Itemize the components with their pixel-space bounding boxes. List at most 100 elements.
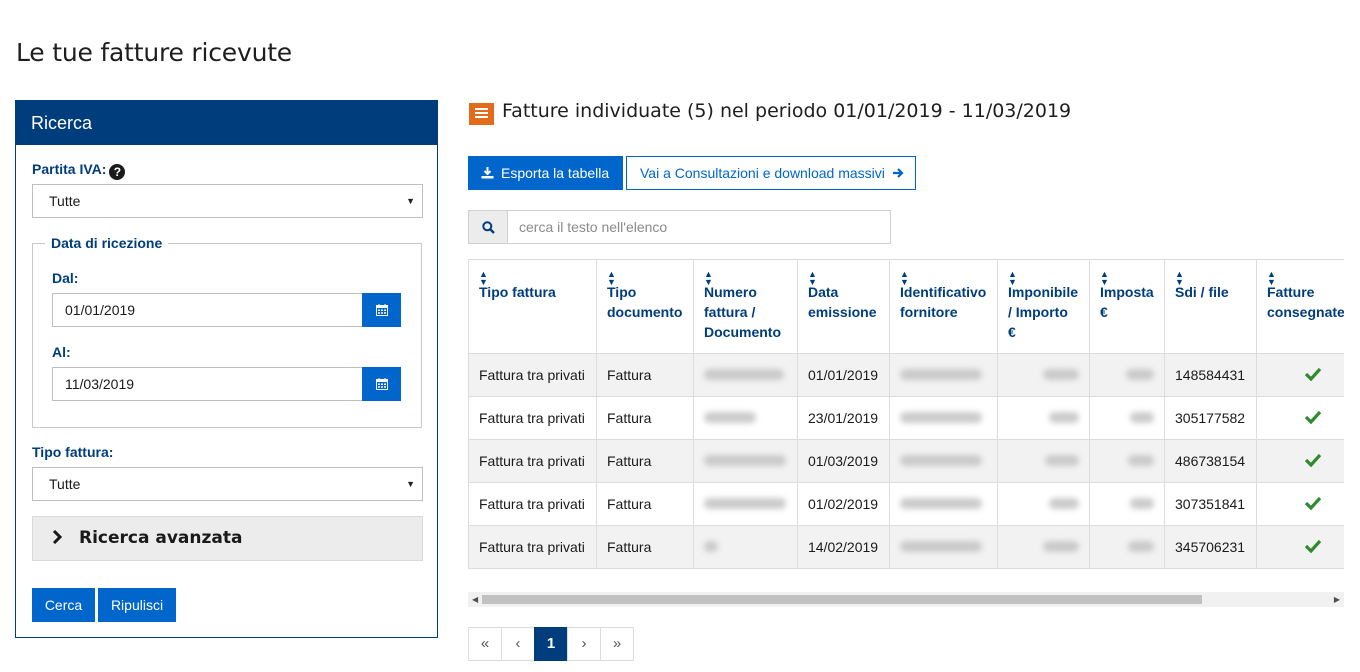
cell-tipo-fattura: Fattura tra privati [468, 353, 597, 397]
data-ricezione-legend: Data di ricezione [45, 235, 169, 251]
tipo-fattura-select[interactable]: Tutte ▼ [32, 467, 423, 501]
table-header-row: ▲ ▼ Tipo fattura ▲ ▼ Tipo documento ▲ ▼ Numero f… [468, 259, 1344, 354]
cell-consegnata [1256, 482, 1344, 526]
bulk-download-label: Vai a Consultazioni e download massivi [640, 165, 885, 181]
cell-tipo-documento: Fattura [596, 482, 694, 526]
sort-icon: ▲ ▼ [1100, 269, 1109, 287]
column-header[interactable]: ▲ ▼ Sdi / file [1164, 259, 1257, 354]
column-header[interactable]: ▲ ▼ Identificativo fornitore [889, 259, 998, 354]
cell-consegnata [1256, 439, 1344, 483]
next-page-button[interactable]: › [567, 627, 601, 661]
cell-identificativo-fornitore [889, 439, 998, 483]
cell-imponibile [997, 525, 1090, 569]
cell-data-emissione: 01/01/2019 [797, 353, 890, 397]
sort-icon: ▲ ▼ [1267, 269, 1276, 287]
list-icon [469, 103, 494, 125]
table-search-input[interactable] [519, 217, 879, 237]
sort-icon: ▲ ▼ [900, 269, 909, 287]
search-panel-title: Ricerca [16, 101, 437, 145]
check-icon [1304, 453, 1321, 467]
cell-imposta [1089, 353, 1165, 397]
cell-numero-fattura [693, 525, 798, 569]
bulk-download-link[interactable]: Vai a Consultazioni e download massivi [626, 156, 916, 190]
scrollbar-thumb[interactable] [482, 595, 1202, 604]
cell-consegnata [1256, 353, 1344, 397]
search-button[interactable]: Cerca [32, 588, 95, 622]
cell-numero-fattura [693, 439, 798, 483]
arrow-right-icon [892, 157, 904, 189]
invoices-table-container: ▲ ▼ Tipo fattura ▲ ▼ Tipo documento ▲ ▼ Numero f… [468, 259, 1344, 572]
select-caret-icon: ▼ [406, 196, 415, 206]
column-header[interactable]: ▲ ▼ Tipo fattura [468, 259, 597, 354]
al-label: Al: [52, 344, 71, 360]
advanced-search-toggle[interactable]: Ricerca avanzata [32, 516, 423, 561]
current-page-button[interactable]: 1 [534, 627, 568, 661]
cell-sdi-file: 345706231 [1164, 525, 1257, 569]
partita-iva-select[interactable]: Tutte ▼ [32, 184, 423, 218]
dal-calendar-button[interactable] [362, 293, 401, 327]
calendar-icon [375, 378, 388, 390]
dal-date-input[interactable]: 01/01/2019 [52, 293, 363, 327]
cell-tipo-fattura: Fattura tra privati [468, 482, 597, 526]
cell-numero-fattura [693, 482, 798, 526]
al-date-input[interactable]: 11/03/2019 [52, 367, 363, 401]
table-row[interactable]: Fattura tra privati Fattura 01/02/2019 3… [468, 482, 1344, 526]
cell-imponibile [997, 439, 1090, 483]
column-header[interactable]: ▲ ▼ Imponibile / Importo € [997, 259, 1090, 354]
sort-icon: ▲ ▼ [1008, 269, 1017, 287]
column-header[interactable]: ▲ ▼ Imposta € [1089, 259, 1165, 354]
cell-sdi-file: 305177582 [1164, 396, 1257, 440]
table-row[interactable]: Fattura tra privati Fattura 01/01/2019 1… [468, 353, 1344, 397]
cell-imponibile [997, 353, 1090, 397]
cell-data-emissione: 14/02/2019 [797, 525, 890, 569]
al-calendar-button[interactable] [362, 367, 401, 401]
scroll-left-arrow-icon[interactable]: ◀ [472, 592, 478, 607]
cell-identificativo-fornitore [889, 482, 998, 526]
cell-tipo-fattura: Fattura tra privati [468, 525, 597, 569]
sort-icon: ▲ ▼ [607, 269, 616, 287]
export-table-button[interactable]: Esporta la tabella [468, 156, 623, 190]
cell-sdi-file: 307351841 [1164, 482, 1257, 526]
check-icon [1304, 496, 1321, 510]
table-row[interactable]: Fattura tra privati Fattura 14/02/2019 3… [468, 525, 1344, 569]
cell-tipo-fattura: Fattura tra privati [468, 396, 597, 440]
cell-tipo-documento: Fattura [596, 396, 694, 440]
prev-page-button[interactable]: ‹ [501, 627, 535, 661]
search-icon[interactable] [469, 211, 508, 243]
help-icon[interactable]: ? [109, 164, 126, 180]
sort-icon: ▲ ▼ [808, 269, 817, 287]
cell-imponibile [997, 396, 1090, 440]
partita-iva-value: Tutte [49, 193, 81, 209]
sort-icon: ▲ ▼ [704, 269, 713, 287]
clear-button[interactable]: Ripulisci [98, 588, 176, 622]
horizontal-scrollbar[interactable]: ◀ ▶ [468, 592, 1344, 607]
last-page-button[interactable]: » [600, 627, 634, 661]
table-row[interactable]: Fattura tra privati Fattura 23/01/2019 3… [468, 396, 1344, 440]
results-title: Fatture individuate (5) nel periodo 01/0… [502, 100, 1072, 122]
cell-numero-fattura [693, 396, 798, 440]
dal-label: Dal: [52, 270, 79, 286]
partita-iva-label-wrap: Partita IVA:? [32, 161, 126, 180]
cell-tipo-documento: Fattura [596, 353, 694, 397]
cell-data-emissione: 01/03/2019 [797, 439, 890, 483]
cell-imponibile [997, 482, 1090, 526]
column-header[interactable]: ▲ ▼ Tipo documento [596, 259, 694, 354]
tipo-fattura-value: Tutte [49, 476, 81, 492]
table-row[interactable]: Fattura tra privati Fattura 01/03/2019 4… [468, 439, 1344, 483]
cell-data-emissione: 23/01/2019 [797, 396, 890, 440]
invoices-table: ▲ ▼ Tipo fattura ▲ ▼ Tipo documento ▲ ▼ Numero f… [468, 259, 1344, 569]
scroll-right-arrow-icon[interactable]: ▶ [1334, 592, 1340, 607]
cell-imposta [1089, 525, 1165, 569]
first-page-button[interactable]: « [468, 627, 502, 661]
check-icon [1304, 367, 1321, 381]
cell-consegnata [1256, 396, 1344, 440]
cell-tipo-documento: Fattura [596, 525, 694, 569]
sort-icon: ▲ ▼ [1175, 269, 1184, 287]
download-icon [481, 156, 494, 190]
check-icon [1304, 539, 1321, 553]
column-header[interactable]: ▲ ▼ Fatture consegnate [1256, 259, 1344, 354]
column-header[interactable]: ▲ ▼ Numero fattura / Documento [693, 259, 798, 354]
cell-sdi-file: 486738154 [1164, 439, 1257, 483]
column-header[interactable]: ▲ ▼ Data emissione [797, 259, 890, 354]
tipo-fattura-label: Tipo fattura: [32, 444, 114, 460]
